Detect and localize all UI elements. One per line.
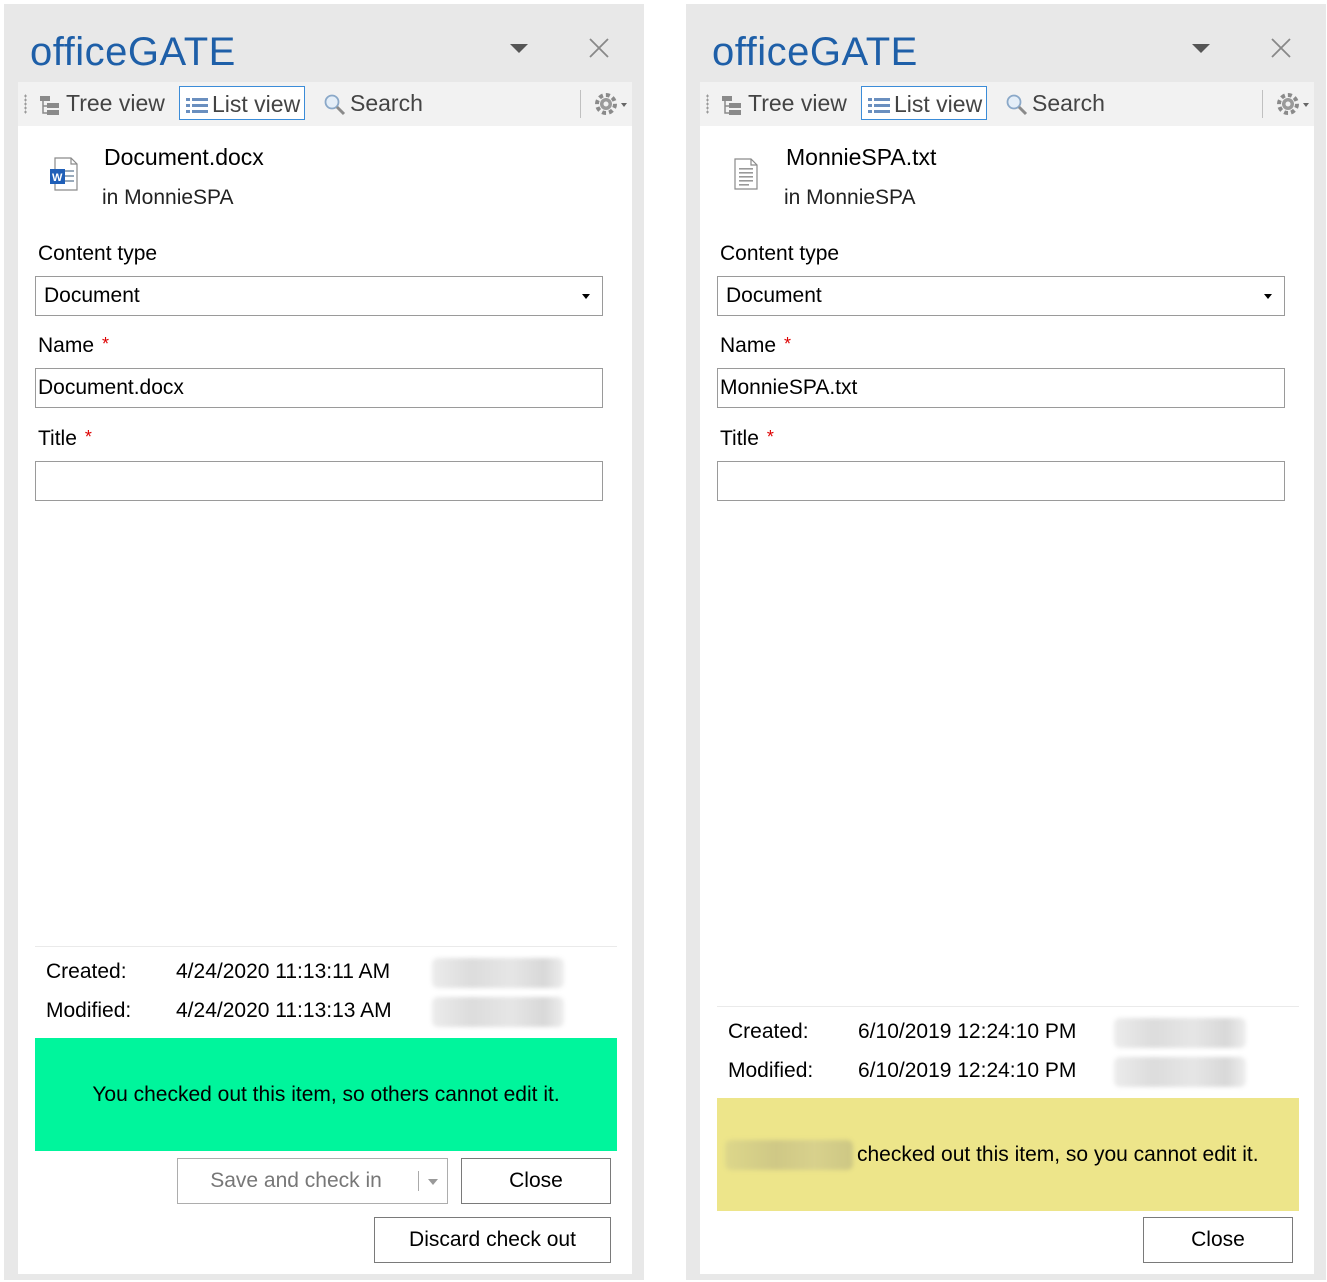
name-label-text: Name bbox=[38, 334, 95, 357]
content-type-select[interactable]: Document bbox=[717, 276, 1285, 316]
toolbar-separator bbox=[580, 90, 581, 118]
title-label-text: Title bbox=[38, 427, 77, 450]
file-location: in MonnieSPA bbox=[102, 186, 234, 209]
close-icon[interactable] bbox=[1269, 36, 1293, 60]
list-view-icon bbox=[186, 97, 208, 113]
properties-form: W Document.docx in MonnieSPA Content typ… bbox=[18, 126, 632, 1274]
content-type-label: Content type bbox=[720, 242, 840, 265]
tree-view-icon bbox=[40, 95, 59, 115]
word-document-icon: W bbox=[50, 157, 78, 191]
content-type-label: Content type bbox=[38, 242, 158, 265]
content-type-value: Document bbox=[726, 284, 822, 307]
tree-view-label: Tree view bbox=[66, 90, 165, 116]
list-view-label: List view bbox=[894, 91, 983, 117]
meta-divider bbox=[35, 946, 617, 947]
title-field[interactable] bbox=[35, 461, 603, 501]
title-label-text: Title bbox=[720, 427, 759, 450]
modified-value: 6/10/2019 12:24:10 PM bbox=[858, 1059, 1077, 1082]
checkout-status-text: checked out this item, so you cannot edi… bbox=[857, 1142, 1259, 1166]
modified-label: Modified: bbox=[46, 999, 132, 1022]
file-name: MonnieSPA.txt bbox=[786, 144, 937, 170]
toolbar-grip[interactable] bbox=[706, 94, 709, 114]
toolbar-grip[interactable] bbox=[24, 94, 27, 114]
required-marker: * bbox=[84, 427, 92, 447]
meta-divider bbox=[717, 1006, 1299, 1007]
required-marker: * bbox=[102, 334, 110, 354]
close-button[interactable]: Close bbox=[461, 1158, 611, 1204]
created-value: 4/24/2020 11:13:11 AM bbox=[176, 960, 391, 983]
required-marker: * bbox=[784, 334, 792, 354]
modified-by-redacted bbox=[1114, 1057, 1246, 1087]
search-label: Search bbox=[1032, 90, 1105, 116]
checkout-status-banner: You checked out this item, so others can… bbox=[35, 1038, 617, 1151]
chevron-down-icon[interactable] bbox=[428, 1179, 438, 1185]
panel-menu-dropdown-icon[interactable] bbox=[1192, 44, 1210, 53]
gear-icon[interactable] bbox=[1272, 90, 1316, 118]
name-field[interactable] bbox=[35, 368, 603, 408]
gear-icon[interactable] bbox=[590, 90, 634, 118]
created-label: Created: bbox=[728, 1020, 809, 1043]
tree-view-button[interactable]: Tree view bbox=[716, 86, 851, 120]
name-field[interactable] bbox=[717, 368, 1285, 408]
title-field[interactable] bbox=[717, 461, 1285, 501]
chevron-down-icon bbox=[1264, 294, 1272, 299]
name-label: Name * bbox=[720, 334, 791, 358]
created-value: 6/10/2019 12:24:10 PM bbox=[858, 1020, 1077, 1043]
list-view-icon bbox=[868, 97, 890, 113]
app-title: officeGATE bbox=[712, 30, 918, 74]
created-by-redacted bbox=[1114, 1018, 1246, 1048]
list-view-label: List view bbox=[212, 91, 301, 117]
officegate-panel-checked-out-by-you: officeGATE Tree view List view Search W … bbox=[4, 4, 644, 1280]
content-type-value: Document bbox=[44, 284, 140, 307]
list-view-button[interactable]: List view bbox=[861, 86, 988, 120]
checked-out-by-redacted bbox=[725, 1139, 853, 1170]
created-label: Created: bbox=[46, 960, 127, 983]
modified-label: Modified: bbox=[728, 1059, 814, 1082]
list-view-button[interactable]: List view bbox=[179, 86, 306, 120]
app-title: officeGATE bbox=[30, 30, 236, 74]
file-location: in MonnieSPA bbox=[784, 186, 916, 209]
checkout-status-banner: checked out this item, so you cannot edi… bbox=[717, 1098, 1299, 1211]
svg-text:W: W bbox=[52, 172, 63, 184]
tree-view-label: Tree view bbox=[748, 90, 847, 116]
properties-form: MonnieSPA.txt in MonnieSPA Content type … bbox=[700, 126, 1314, 1274]
save-and-check-in-button[interactable]: Save and check in bbox=[177, 1158, 448, 1204]
close-button[interactable]: Close bbox=[1143, 1217, 1293, 1263]
search-icon bbox=[1006, 94, 1028, 115]
tree-view-button[interactable]: Tree view bbox=[34, 86, 169, 120]
tree-view-icon bbox=[722, 95, 741, 115]
search-button[interactable]: Search bbox=[318, 86, 427, 120]
name-label-text: Name bbox=[720, 334, 777, 357]
required-marker: * bbox=[766, 427, 774, 447]
view-toolbar: Tree view List view Search bbox=[700, 82, 1314, 127]
split-separator bbox=[418, 1171, 419, 1191]
search-icon bbox=[324, 94, 346, 115]
title-label: Title * bbox=[720, 427, 774, 451]
search-button[interactable]: Search bbox=[1000, 86, 1109, 120]
title-label: Title * bbox=[38, 427, 92, 451]
modified-value: 4/24/2020 11:13:13 AM bbox=[176, 999, 392, 1022]
close-icon[interactable] bbox=[587, 36, 611, 60]
discard-check-out-button[interactable]: Discard check out bbox=[374, 1217, 611, 1263]
toolbar-separator bbox=[1262, 90, 1263, 118]
name-label: Name * bbox=[38, 334, 109, 358]
text-document-icon bbox=[734, 158, 758, 190]
panel-menu-dropdown-icon[interactable] bbox=[510, 44, 528, 53]
file-name: Document.docx bbox=[104, 144, 264, 170]
search-label: Search bbox=[350, 90, 423, 116]
created-by-redacted bbox=[432, 958, 564, 988]
save-and-check-in-label: Save and check in bbox=[210, 1169, 382, 1192]
view-toolbar: Tree view List view Search bbox=[18, 82, 632, 127]
content-type-select[interactable]: Document bbox=[35, 276, 603, 316]
chevron-down-icon bbox=[582, 294, 590, 299]
modified-by-redacted bbox=[432, 997, 564, 1027]
officegate-panel-checked-out-by-other: officeGATE Tree view List view Search Mo… bbox=[686, 4, 1326, 1280]
